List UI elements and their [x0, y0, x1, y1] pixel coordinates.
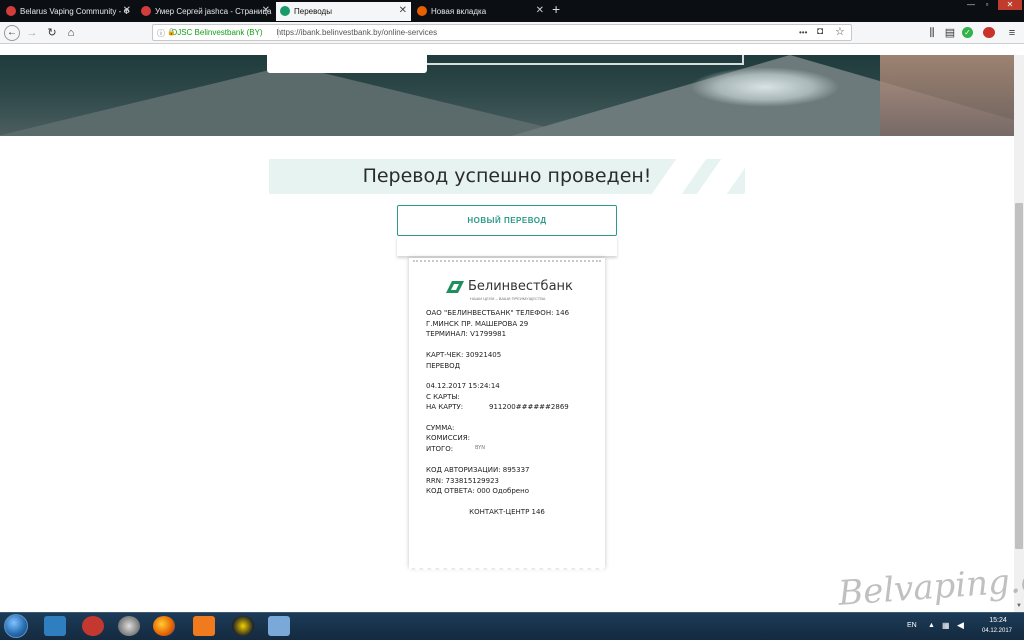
watermark: Belvaping.com — [836, 556, 1024, 614]
tab-transfers[interactable]: Переводы ✕ — [276, 2, 411, 21]
receipt-contact: КОНТАКТ-ЦЕНТР 146 — [469, 508, 545, 516]
menu-icon[interactable]: ≡ — [1004, 25, 1020, 41]
receipt-line: КОД ОТВЕТА: 000 Одобрено — [426, 487, 529, 495]
close-tab-icon[interactable]: ✕ — [262, 5, 270, 16]
receipt-total-currency: BYN — [475, 445, 485, 451]
maximize-icon[interactable]: ▫ — [980, 0, 994, 10]
tray-arrow-icon[interactable]: ▲ — [928, 622, 935, 629]
button-shadow-panel — [397, 236, 617, 256]
new-transfer-button[interactable]: НОВЫЙ ПЕРЕВОД — [397, 205, 617, 236]
start-button[interactable] — [4, 614, 28, 638]
hero-mountain-image — [0, 55, 1014, 136]
bookmark-star-icon[interactable]: ☆ — [835, 25, 845, 38]
clock-date[interactable]: 04.12.2017 — [974, 628, 1020, 634]
receipt-line: КАРТ-ЧЕК: 30921405 — [426, 351, 502, 359]
info-icon[interactable]: ⓘ — [157, 28, 165, 39]
tab-title: Новая вкладка — [431, 7, 487, 16]
page-actions-icon[interactable]: ••• — [799, 28, 807, 37]
reload-icon[interactable]: ↻ — [44, 25, 60, 41]
back-arrow-icon[interactable]: ← — [4, 25, 20, 41]
tab-title: Belarus Vaping Community - Ф — [20, 7, 130, 16]
ccleaner-icon[interactable] — [82, 616, 104, 636]
notes-app-icon[interactable] — [268, 616, 290, 636]
bank-slogan: НАШИ ЦЕЛИ – ВАШИ ПРЕИМУЩЕСТВА — [470, 296, 546, 301]
browser-tab-strip: Belarus Vaping Community - Ф ✕ Умер Серг… — [0, 0, 1024, 22]
url-bar[interactable]: ⓘ 🔒 OJSC Belinvestbank (BY) https://iban… — [152, 24, 852, 41]
home-icon[interactable]: ⌂ — [63, 25, 79, 41]
close-tab-icon[interactable]: ✕ — [123, 5, 131, 16]
tab-title: Умер Сергей jashca - Страница — [155, 7, 272, 16]
receipt-line: КОМИССИЯ: — [426, 434, 470, 442]
scrollbar-thumb[interactable] — [1015, 203, 1023, 549]
tab-jashca[interactable]: Умер Сергей jashca - Страница ✕ — [137, 2, 274, 21]
receipt-line: КОД АВТОРИЗАЦИИ: 895337 — [426, 466, 530, 474]
tab-title: Переводы — [294, 7, 332, 16]
receipt-line: RRN: 733815129923 — [426, 477, 499, 485]
receipt-line: ТЕРМИНАЛ: V1799981 — [426, 330, 507, 338]
receipt — [409, 258, 605, 568]
globe-icon — [6, 6, 16, 16]
receipt-line: С КАРТЫ: — [426, 393, 460, 401]
bank-name: Белинвестбанк — [468, 279, 573, 294]
forward-arrow-icon[interactable]: → — [24, 25, 40, 41]
network-icon[interactable]: ▦ — [942, 621, 950, 630]
url-divider — [278, 27, 279, 38]
bank-icon — [280, 6, 290, 16]
receipt-line: СУММА: — [426, 424, 455, 432]
receipt-line: ИТОГО: — [426, 445, 454, 453]
close-window-icon[interactable]: ✕ — [998, 0, 1022, 10]
receipt-line: ПЕРЕВОД — [426, 362, 461, 370]
receipt-perforation — [413, 260, 601, 263]
hero-card — [267, 55, 427, 73]
storage-app-icon[interactable] — [44, 616, 66, 636]
belinvestbank-logo-icon — [446, 281, 464, 293]
volume-icon[interactable]: ◀ — [957, 620, 964, 631]
close-tab-icon[interactable]: ✕ — [399, 5, 407, 16]
extension-badge-icon[interactable] — [983, 27, 995, 38]
close-tab-icon[interactable]: ✕ — [536, 5, 544, 16]
avast-icon[interactable] — [193, 616, 215, 636]
receipt-line: ОАО "БЕЛИНВЕСТБАНК" ТЕЛЕФОН: 146 — [426, 309, 570, 317]
new-tab-button[interactable]: + — [552, 1, 560, 17]
receipt-line: 04.12.2017 15:24:14 — [426, 382, 500, 390]
receipt-torn-edge — [409, 563, 605, 571]
receipt-card-to: 911200######2869 — [489, 403, 569, 411]
tab-belarus-vaping[interactable]: Belarus Vaping Community - Ф ✕ — [2, 2, 135, 21]
browser-nav-bar: ← → ↻ ⌂ ⓘ 🔒 OJSC Belinvestbank (BY) http… — [0, 22, 1024, 44]
radiation-app-icon[interactable] — [232, 616, 254, 636]
success-title: Перевод успешно проведен! — [362, 165, 652, 187]
receipt-line: Г.МИНСК ПР. МАШЕРОВА 29 — [426, 320, 529, 328]
globe-icon — [141, 6, 151, 16]
clock-time[interactable]: 15:24 — [978, 617, 1018, 624]
library-icon[interactable]: ⫼ — [924, 25, 940, 41]
tab-new-tab[interactable]: Новая вкладка ✕ — [413, 2, 548, 21]
scroll-down-arrow-icon[interactable]: ▼ — [1014, 603, 1024, 612]
media-player-icon[interactable] — [118, 616, 140, 636]
receipt-line: НА КАРТУ: — [426, 403, 464, 411]
site-identity[interactable]: OJSC Belinvestbank (BY) — [171, 28, 263, 37]
firefox-icon — [417, 6, 427, 16]
minimize-icon[interactable]: — — [964, 0, 978, 10]
keyboard-language[interactable]: EN — [907, 622, 917, 629]
firefox-taskbar-icon[interactable] — [153, 616, 175, 636]
url-text[interactable]: https://ibank.belinvestbank.by/online-se… — [277, 28, 438, 37]
pocket-icon[interactable]: ◘ — [817, 26, 823, 37]
extension-check-icon[interactable]: ✓ — [962, 27, 973, 38]
sidebar-icon[interactable]: ▤ — [942, 25, 958, 41]
lock-icon: 🔒 — [167, 29, 176, 36]
